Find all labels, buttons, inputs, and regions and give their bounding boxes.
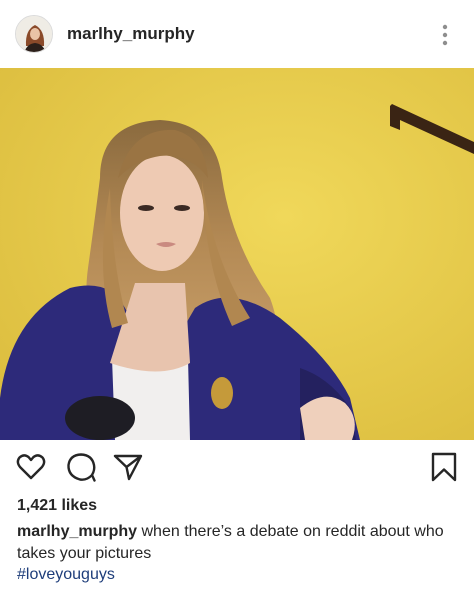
- post-caption: marlhy_murphy when there’s a debate on r…: [17, 521, 457, 565]
- post-photo[interactable]: [0, 68, 474, 440]
- post-actions: [0, 447, 474, 487]
- share-icon[interactable]: [112, 451, 144, 483]
- avatar-image: [16, 16, 52, 52]
- comment-icon[interactable]: [65, 451, 97, 483]
- post-photo-image: [0, 68, 474, 440]
- likes-count[interactable]: 1,421 likes: [17, 497, 97, 515]
- caption-username[interactable]: marlhy_murphy: [17, 523, 137, 540]
- heart-icon[interactable]: [15, 451, 47, 483]
- post-username[interactable]: marlhy_murphy: [67, 24, 195, 44]
- avatar[interactable]: [15, 15, 53, 53]
- more-options-icon[interactable]: [436, 22, 454, 48]
- post-header: marlhy_murphy: [0, 0, 474, 68]
- caption-hashtag[interactable]: #loveyouguys: [17, 566, 115, 584]
- bookmark-icon[interactable]: [428, 451, 460, 483]
